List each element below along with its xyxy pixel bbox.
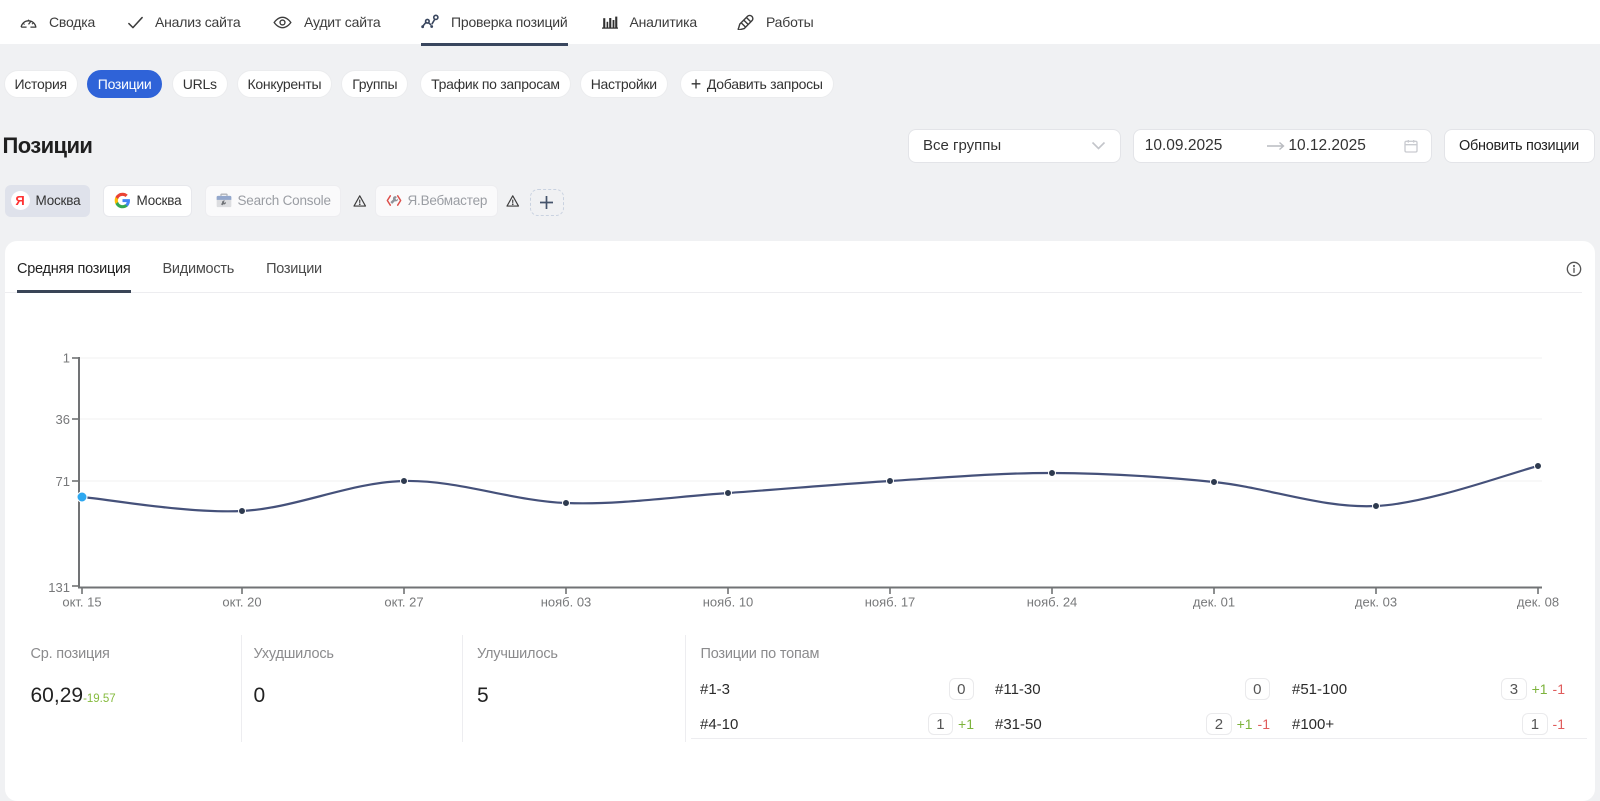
svg-text:дек. 08: дек. 08 xyxy=(1517,595,1559,610)
svg-text:нояб. 17: нояб. 17 xyxy=(865,595,916,610)
svg-text:нояб. 03: нояб. 03 xyxy=(541,595,592,610)
svg-text:дек. 01: дек. 01 xyxy=(1193,595,1235,610)
svg-text:окт. 15: окт. 15 xyxy=(62,595,101,610)
svg-text:дек. 03: дек. 03 xyxy=(1355,595,1397,610)
svg-text:71: 71 xyxy=(56,474,70,489)
svg-text:131: 131 xyxy=(48,580,70,595)
svg-text:окт. 27: окт. 27 xyxy=(384,595,423,610)
svg-text:36: 36 xyxy=(56,412,70,427)
svg-text:1: 1 xyxy=(63,351,70,366)
svg-text:нояб. 24: нояб. 24 xyxy=(1027,595,1078,610)
svg-text:нояб. 10: нояб. 10 xyxy=(703,595,754,610)
svg-text:окт. 20: окт. 20 xyxy=(222,595,261,610)
